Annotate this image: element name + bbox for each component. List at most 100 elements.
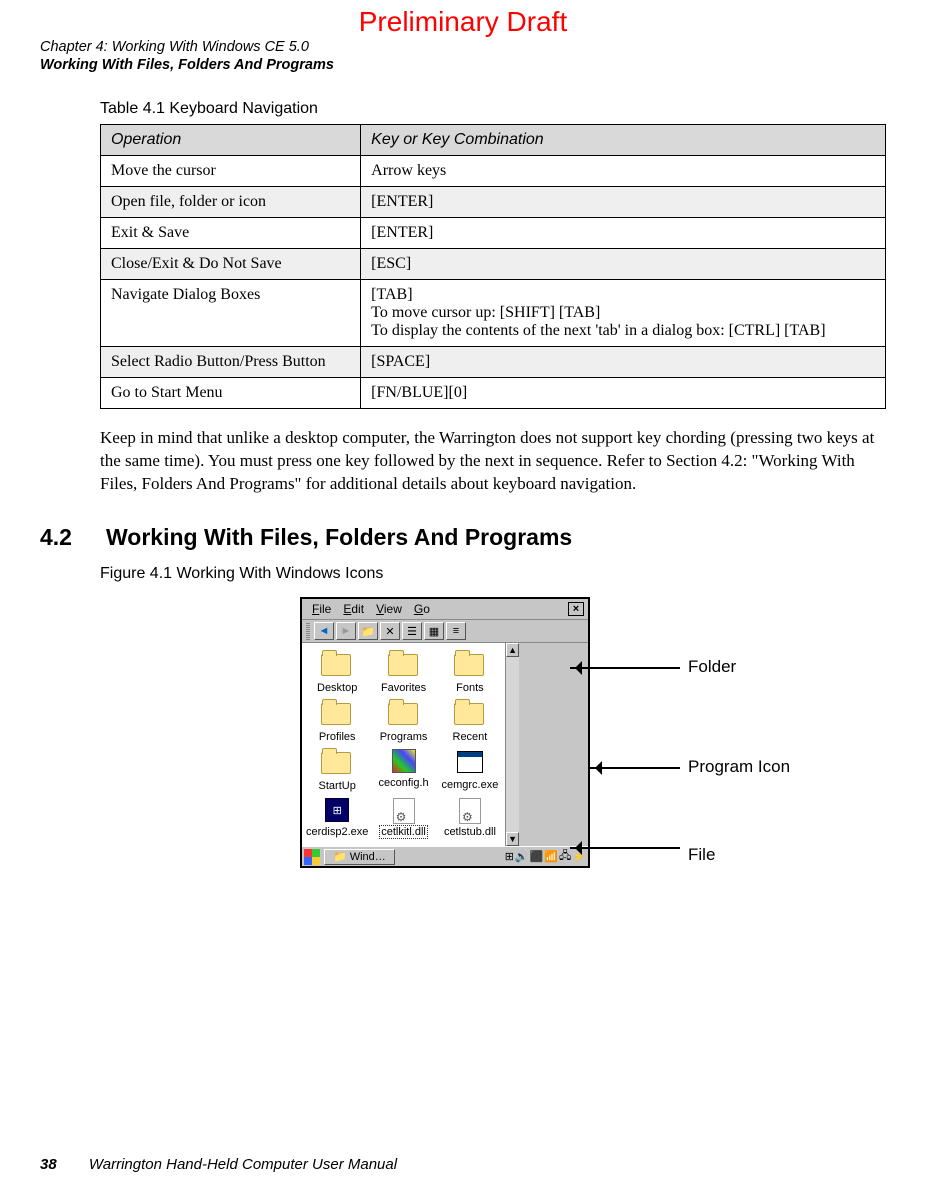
folder-item[interactable]: Fonts: [439, 651, 501, 694]
item-label: Fonts: [456, 682, 484, 694]
item-label: cerdisp2.exe: [306, 826, 368, 838]
config-icon: [392, 749, 416, 773]
folder-item[interactable]: Desktop: [306, 651, 368, 694]
properties-icon[interactable]: ☰: [402, 622, 422, 640]
item-label: Desktop: [317, 682, 357, 694]
menu-file[interactable]: File: [306, 601, 337, 617]
key-cell: [TAB] To move cursor up: [SHIFT] [TAB] T…: [361, 280, 886, 347]
table-row: Select Radio Button/Press Button[SPACE]: [101, 347, 886, 378]
program-icon: [457, 751, 483, 773]
scroll-down-icon[interactable]: ▼: [506, 832, 519, 846]
op-cell: Navigate Dialog Boxes: [101, 280, 361, 347]
op-cell: Go to Start Menu: [101, 378, 361, 409]
file-item[interactable]: cemgrc.exe: [439, 749, 501, 792]
section-title: Working With Files, Folders And Programs: [106, 524, 572, 551]
op-cell: Move the cursor: [101, 156, 361, 187]
file-item[interactable]: ⊞ cerdisp2.exe: [306, 798, 368, 838]
taskbar: 📁 Wind… ⊞ 🔊 ⬛ 📶 🖧 ⚡: [302, 846, 588, 866]
section-heading: 4.2 Working With Files, Folders And Prog…: [40, 524, 886, 551]
menu-bar: File Edit View Go ×: [302, 599, 588, 620]
scroll-up-icon[interactable]: ▲: [506, 643, 519, 657]
folder-icon: [321, 752, 351, 774]
item-label: cemgrc.exe: [442, 779, 499, 791]
annotation-folder: Folder: [688, 657, 736, 677]
menu-edit[interactable]: Edit: [337, 601, 370, 617]
keyboard-nav-table: Operation Key or Key Combination Move th…: [100, 124, 886, 409]
folder-item[interactable]: Favorites: [372, 651, 434, 694]
key-cell: [SPACE]: [361, 347, 886, 378]
folder-item[interactable]: Programs: [372, 700, 434, 743]
item-label: Recent: [453, 731, 488, 743]
table-row: Go to Start Menu[FN/BLUE][0]: [101, 378, 886, 409]
menu-go[interactable]: Go: [408, 601, 436, 617]
item-label: cetlkitl.dll: [379, 825, 428, 839]
folder-icon: [388, 654, 418, 676]
file-pane: Desktop Favorites Fonts Profiles Program…: [302, 643, 505, 846]
key-cell: [ENTER]: [361, 187, 886, 218]
page-number: 38: [40, 1156, 57, 1173]
explorer-window: File Edit View Go × ◄ ► 📁 ✕ ☰ ▦ ≡ Deskto…: [300, 597, 590, 868]
folder-icon: [321, 703, 351, 725]
figure-area: File Edit View Go × ◄ ► 📁 ✕ ☰ ▦ ≡ Deskto…: [100, 597, 886, 907]
tray-icon[interactable]: 🔊: [515, 850, 529, 863]
body-paragraph: Keep in mind that unlike a desktop compu…: [100, 427, 886, 496]
delete-icon[interactable]: ✕: [380, 622, 400, 640]
close-icon[interactable]: ×: [568, 602, 584, 616]
table-row: Close/Exit & Do Not Save[ESC]: [101, 249, 886, 280]
folder-icon: [454, 654, 484, 676]
section-number: 4.2: [40, 524, 72, 551]
folder-icon: [388, 703, 418, 725]
table-row: Move the cursorArrow keys: [101, 156, 886, 187]
annotation-file: File: [688, 845, 715, 865]
taskbar-item[interactable]: 📁 Wind…: [324, 849, 395, 865]
tray-icon[interactable]: ⬛: [530, 850, 544, 863]
key-cell: [ESC]: [361, 249, 886, 280]
folder-item[interactable]: StartUp: [306, 749, 368, 792]
op-cell: Close/Exit & Do Not Save: [101, 249, 361, 280]
chapter-line-2: Working With Files, Folders And Programs: [40, 56, 886, 74]
figure-caption: Figure 4.1 Working With Windows Icons: [100, 565, 886, 583]
dll-icon: [393, 798, 415, 824]
arrow-icon: [570, 847, 680, 849]
table-caption: Table 4.1 Keyboard Navigation: [100, 100, 886, 118]
tray-icon[interactable]: 📶: [544, 850, 558, 863]
taskbar-label: Wind…: [350, 851, 386, 863]
key-cell: [ENTER]: [361, 218, 886, 249]
op-cell: Exit & Save: [101, 218, 361, 249]
arrow-icon: [570, 667, 680, 669]
start-icon[interactable]: [304, 849, 320, 865]
footer-text: Warrington Hand-Held Computer User Manua…: [89, 1156, 397, 1173]
key-cell: [FN/BLUE][0]: [361, 378, 886, 409]
forward-icon[interactable]: ►: [336, 622, 356, 640]
dll-icon: [459, 798, 481, 824]
exe-icon: ⊞: [325, 798, 349, 822]
back-icon[interactable]: ◄: [314, 622, 334, 640]
item-label: StartUp: [319, 780, 356, 792]
file-item[interactable]: cetlstub.dll: [439, 798, 501, 838]
file-item[interactable]: cetlkitl.dll: [372, 798, 434, 838]
folder-item[interactable]: Profiles: [306, 700, 368, 743]
watermark-text: Preliminary Draft: [0, 0, 926, 38]
item-label: Programs: [380, 731, 428, 743]
item-label: ceconfig.h: [378, 777, 428, 789]
chapter-line-1: Chapter 4: Working With Windows CE 5.0: [40, 38, 886, 56]
page-footer: 38 Warrington Hand-Held Computer User Ma…: [40, 1156, 397, 1173]
menu-view[interactable]: View: [370, 601, 408, 617]
table-row: Open file, folder or icon[ENTER]: [101, 187, 886, 218]
item-label: Profiles: [319, 731, 356, 743]
scrollbar[interactable]: ▲ ▼: [505, 643, 519, 846]
folder-item[interactable]: Recent: [439, 700, 501, 743]
up-folder-icon[interactable]: 📁: [358, 622, 378, 640]
folder-icon: [321, 654, 351, 676]
tray-icon[interactable]: ⊞: [505, 850, 514, 863]
chapter-header: Chapter 4: Working With Windows CE 5.0 W…: [0, 38, 926, 82]
col-operation: Operation: [101, 125, 361, 156]
table-row: Navigate Dialog Boxes[TAB] To move curso…: [101, 280, 886, 347]
view-details-icon[interactable]: ≡: [446, 622, 466, 640]
view-large-icon[interactable]: ▦: [424, 622, 444, 640]
key-cell: Arrow keys: [361, 156, 886, 187]
file-item[interactable]: ceconfig.h: [372, 749, 434, 792]
op-cell: Select Radio Button/Press Button: [101, 347, 361, 378]
item-label: Favorites: [381, 682, 426, 694]
table-row: Exit & Save[ENTER]: [101, 218, 886, 249]
